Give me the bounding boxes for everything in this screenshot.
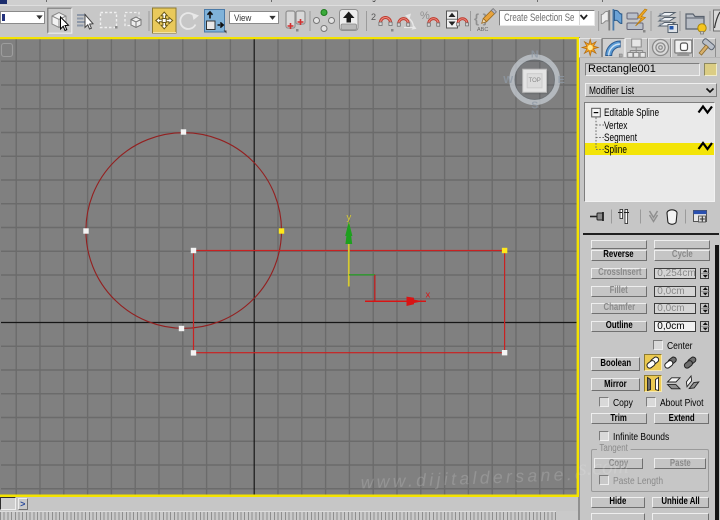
- svg-text:x: x: [426, 290, 431, 301]
- svg-text:N: N: [531, 49, 539, 61]
- svg-text:S: S: [531, 100, 538, 112]
- svg-text:y: y: [347, 212, 352, 223]
- svg-text:TOP: TOP: [529, 78, 541, 84]
- svg-text:E: E: [558, 74, 565, 86]
- svg-text:www.dijitaldersane.c: www.dijitaldersane.c: [360, 463, 579, 492]
- svg-text:W: W: [503, 74, 513, 86]
